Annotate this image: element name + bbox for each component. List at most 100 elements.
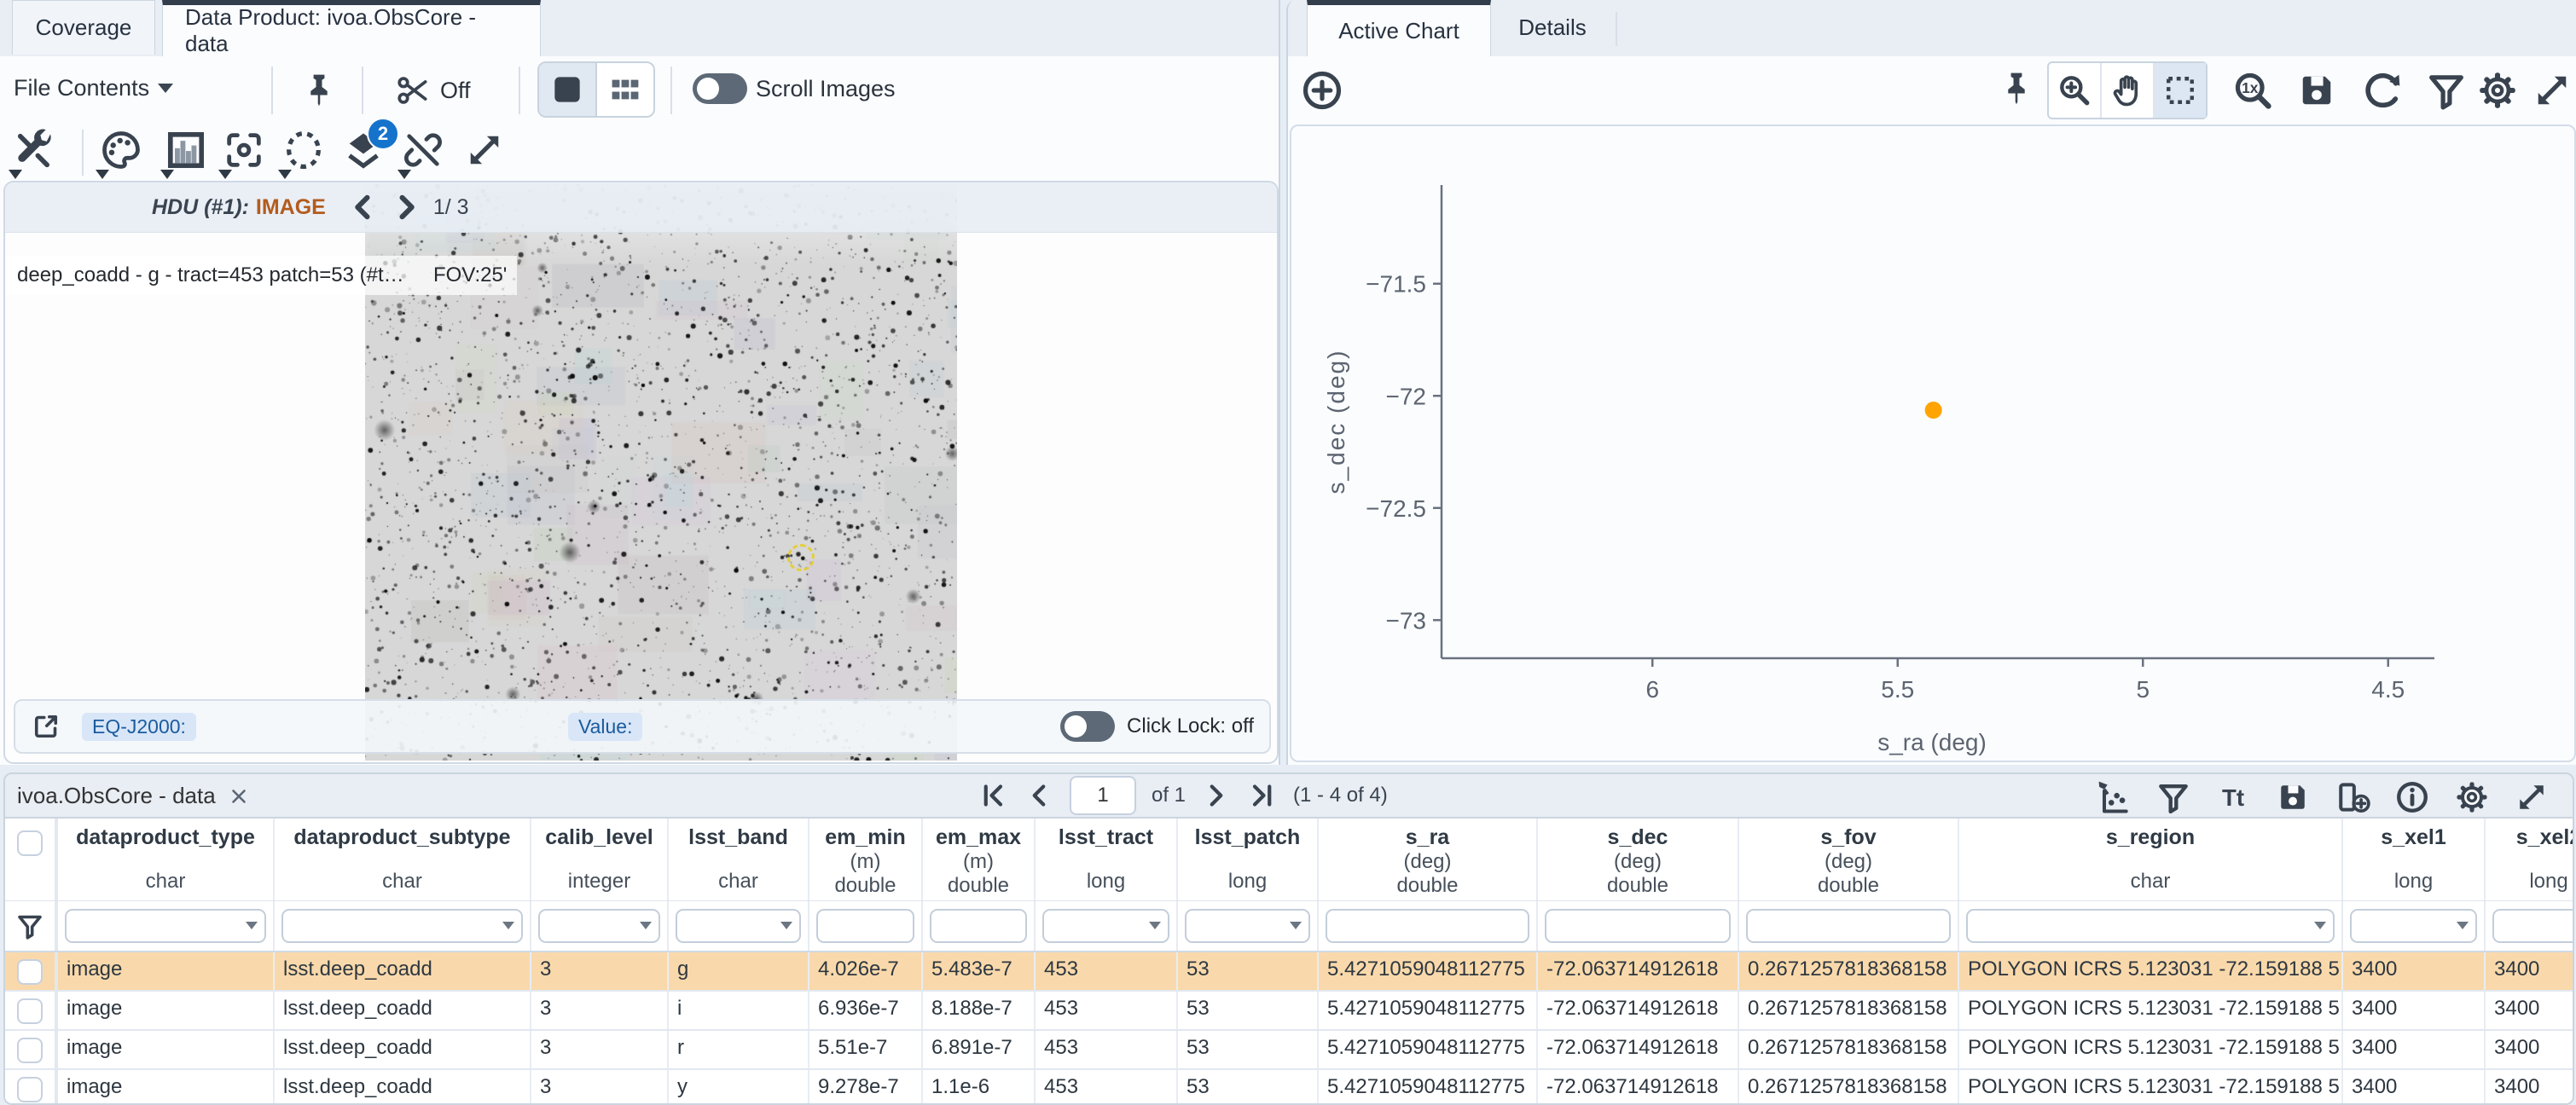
table-cell: -72.063714912618	[1538, 952, 1739, 990]
row-checkbox[interactable]	[17, 1077, 43, 1102]
table-row[interactable]: imagelsst.deep_coadd3g4.026e-75.483e-745…	[5, 952, 2573, 992]
image-tools-button[interactable]	[12, 128, 56, 172]
select-region-button[interactable]	[281, 128, 326, 172]
row-checkbox[interactable]	[17, 998, 43, 1024]
column-header-lsst_tract[interactable]: lsst_tractlong	[1036, 819, 1178, 900]
add-chart-button[interactable]	[1300, 68, 1344, 113]
filter-input-s_xel2[interactable]	[2492, 909, 2574, 943]
column-header-s_fov[interactable]: s_fov(deg)double	[1739, 819, 1959, 900]
filter-input-calib_level[interactable]	[538, 909, 660, 943]
page-number-input[interactable]	[1070, 776, 1136, 815]
column-header-dataproduct_type[interactable]: dataproduct_typechar	[58, 819, 275, 900]
layers-button[interactable]: 2	[341, 128, 386, 172]
single-view-button[interactable]	[539, 63, 597, 116]
close-icon[interactable]	[228, 785, 250, 807]
filter-input-dataproduct_type[interactable]	[65, 909, 266, 943]
expand-chart-button[interactable]	[2530, 68, 2574, 113]
column-header-s_region[interactable]: s_regionchar	[1959, 819, 2343, 900]
select-all-checkbox[interactable]	[17, 830, 43, 856]
expand-table-button[interactable]	[2513, 778, 2550, 816]
pan-mode-button[interactable]	[2100, 63, 2153, 118]
filter-chart-button[interactable]	[2424, 68, 2469, 113]
color-palette-button[interactable]	[99, 128, 143, 172]
save-table-button[interactable]	[2274, 778, 2312, 816]
row-checkbox[interactable]	[17, 1038, 43, 1063]
expand-image-button[interactable]	[462, 128, 507, 172]
page-prev-button[interactable]	[1024, 780, 1054, 811]
filter-input-s_ra[interactable]	[1326, 909, 1529, 943]
tab-active-chart[interactable]: Active Chart	[1307, 0, 1491, 56]
filter-input-lsst_band[interactable]	[676, 909, 801, 943]
column-header-s_ra[interactable]: s_ra(deg)double	[1319, 819, 1538, 900]
filter-input-s_region[interactable]	[1966, 909, 2335, 943]
filter-input-em_min[interactable]	[816, 909, 914, 943]
scatter-plot[interactable]: 65.554.5−71.5−72−72.5−73s_ra (deg)s_dec …	[1291, 126, 2571, 757]
table-row[interactable]: imagelsst.deep_coadd3y9.278e-71.1e-64535…	[5, 1070, 2573, 1105]
chevron-down-icon	[160, 170, 174, 179]
column-header-em_max[interactable]: em_max(m)double	[923, 819, 1036, 900]
filter-input-lsst_tract[interactable]	[1042, 909, 1169, 943]
column-header-s_xel2[interactable]: s_xel2long	[2486, 819, 2574, 900]
stretch-histogram-button[interactable]	[164, 128, 208, 172]
table-tab[interactable]: ivoa.ObsCore - data	[17, 783, 250, 809]
grid-view-button[interactable]	[597, 63, 653, 116]
column-unit: (deg)	[1825, 850, 1872, 874]
chart-settings-button[interactable]	[2475, 68, 2520, 113]
file-contents-dropdown[interactable]: File Contents	[14, 75, 173, 101]
click-lock-toggle[interactable]	[1060, 711, 1115, 742]
filter-input-em_max[interactable]	[930, 909, 1027, 943]
text-view-button[interactable]	[2214, 778, 2252, 816]
page-last-button[interactable]	[1247, 780, 1278, 811]
chevron-down-icon	[9, 170, 22, 179]
select-mode-button[interactable]	[2153, 63, 2206, 118]
table-filter-row	[5, 901, 2573, 952]
column-header-lsst_band[interactable]: lsst_bandchar	[669, 819, 809, 900]
zoom-mode-button[interactable]	[2049, 63, 2100, 118]
image-status-bar: EQ-J2000: Value: Click Lock: off	[14, 699, 1271, 754]
svg-text:−73: −73	[1386, 607, 1427, 633]
data-point[interactable]	[1925, 402, 1942, 419]
table-settings-button[interactable]	[2453, 778, 2491, 816]
filter-input-dataproduct_subtype[interactable]	[281, 909, 523, 943]
zoom-original-button[interactable]	[2231, 68, 2275, 113]
column-header-s_dec[interactable]: s_dec(deg)double	[1538, 819, 1739, 900]
tab-details[interactable]: Details	[1493, 0, 1612, 55]
image-viewport[interactable]: HDU (#1): IMAGE 1/ 3 deep_coadd - g - tr…	[3, 181, 1279, 764]
hdu-prev-button[interactable]	[348, 192, 379, 223]
filter-input-s_dec[interactable]	[1545, 909, 1731, 943]
add-column-button[interactable]	[2334, 778, 2371, 816]
external-link-icon[interactable]	[31, 711, 61, 742]
scroll-images-toggle[interactable]	[693, 73, 747, 104]
hdu-next-button[interactable]	[391, 192, 421, 223]
filter-input-lsst_patch[interactable]	[1185, 909, 1310, 943]
page-next-button[interactable]	[1201, 780, 1232, 811]
column-header-calib_level[interactable]: calib_levelinteger	[531, 819, 669, 900]
crop-button[interactable]: Off	[394, 72, 471, 109]
tab-coverage[interactable]: Coverage	[12, 0, 155, 55]
column-header-s_xel1[interactable]: s_xel1long	[2343, 819, 2486, 900]
table-cell: r	[669, 1031, 809, 1068]
pin-button[interactable]	[300, 72, 338, 109]
restore-chart-button[interactable]	[2361, 68, 2405, 113]
column-header-em_min[interactable]: em_min(m)double	[809, 819, 923, 900]
table-info-button[interactable]	[2393, 778, 2431, 816]
tab-data-product[interactable]: Data Product: ivoa.ObsCore - data	[162, 0, 541, 56]
pin-chart-button[interactable]	[1998, 70, 2035, 107]
page-first-button[interactable]	[978, 780, 1008, 811]
filter-icon[interactable]	[15, 911, 45, 941]
column-header-lsst_patch[interactable]: lsst_patchlong	[1178, 819, 1319, 900]
filter-input-s_xel1[interactable]	[2350, 909, 2477, 943]
column-type: double	[948, 874, 1009, 898]
filter-input-s_fov[interactable]	[1746, 909, 1951, 943]
show-chart-button[interactable]	[2095, 778, 2132, 816]
column-header-dataproduct_subtype[interactable]: dataproduct_subtypechar	[275, 819, 531, 900]
save-chart-button[interactable]	[2295, 68, 2339, 113]
unlink-wcs-button[interactable]	[401, 128, 445, 172]
chevron-down-icon	[2457, 922, 2469, 929]
table-row[interactable]: imagelsst.deep_coadd3r5.51e-76.891e-7453…	[5, 1031, 2573, 1070]
table-row[interactable]: imagelsst.deep_coadd3i6.936e-78.188e-745…	[5, 992, 2573, 1031]
filter-table-button[interactable]	[2155, 778, 2192, 816]
image-fov-label: FOV:25'	[433, 263, 507, 287]
recenter-button[interactable]	[222, 128, 266, 172]
row-checkbox[interactable]	[17, 959, 43, 985]
